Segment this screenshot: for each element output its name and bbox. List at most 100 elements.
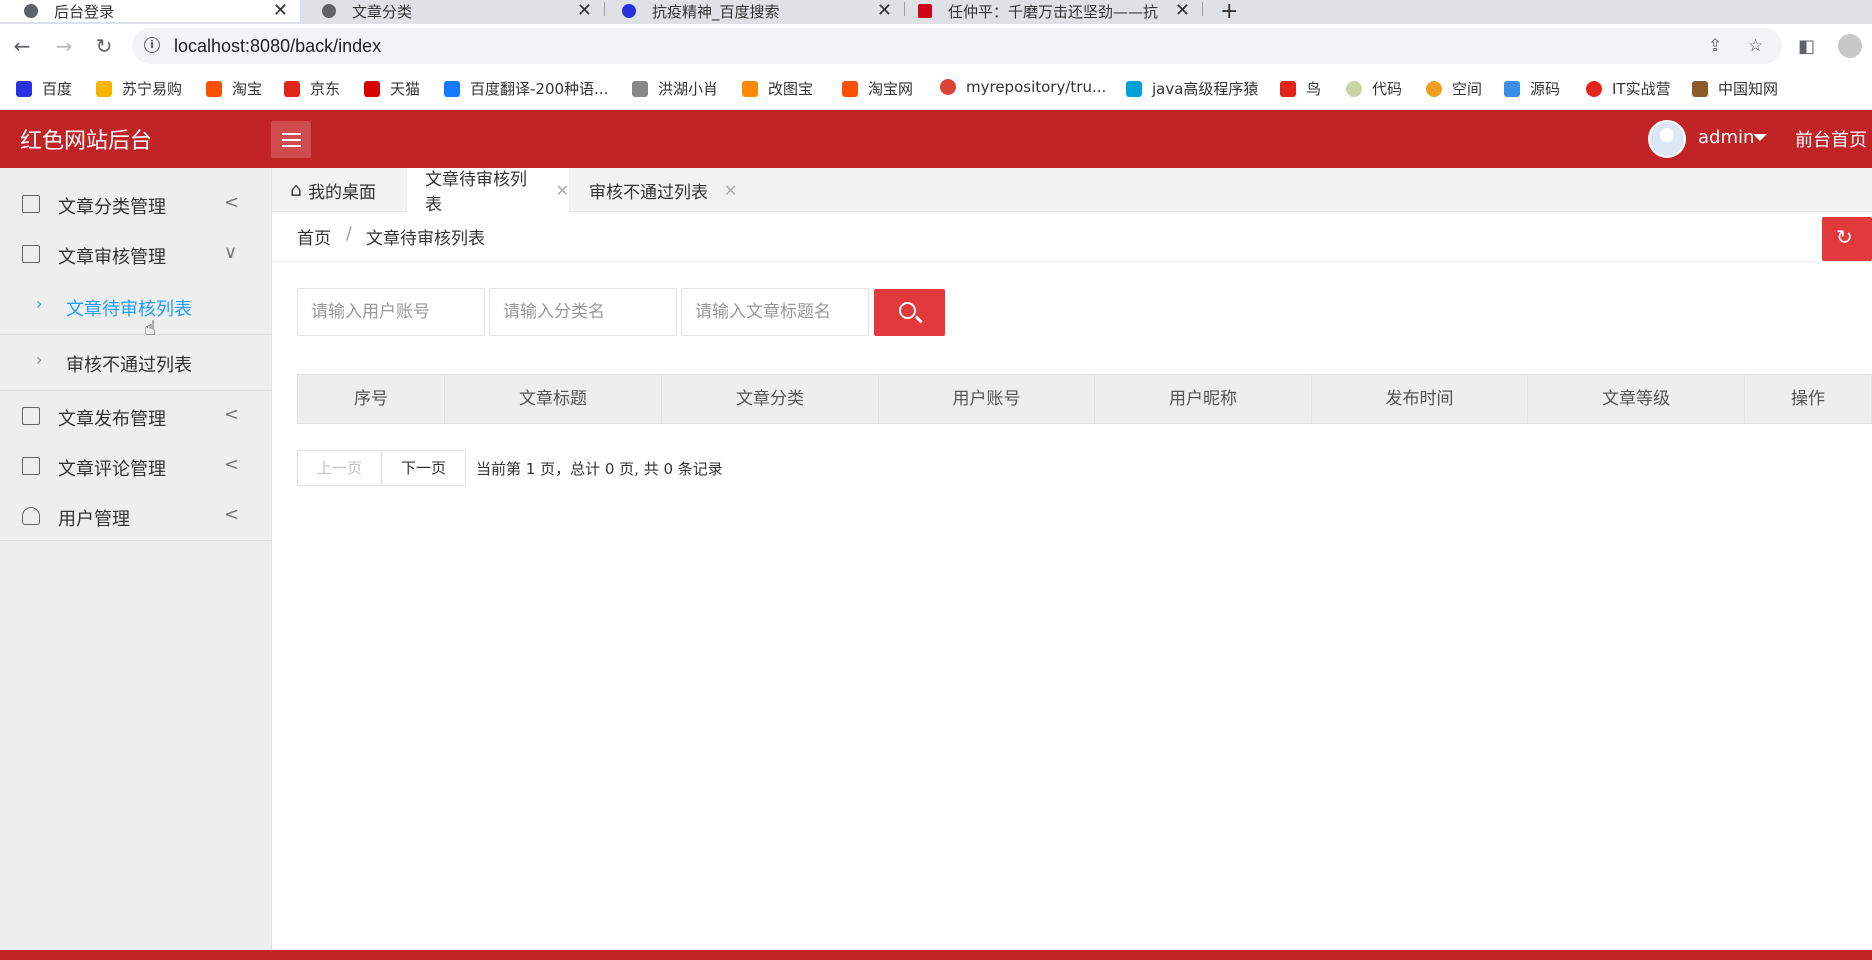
tab-desktop[interactable]: ⌂ 我的桌面 — [290, 168, 408, 212]
taobao-icon — [842, 80, 858, 97]
browser-tab-3[interactable]: 抗疫精神_百度搜索 ✕ — [622, 0, 892, 22]
sidepanel-icon[interactable]: ◧ — [1798, 36, 1815, 57]
chevron-left-icon: < — [224, 404, 240, 425]
cnki-icon — [1692, 80, 1708, 97]
bilibili-icon — [1126, 80, 1142, 97]
profile-icon[interactable] — [1838, 34, 1862, 58]
app-header: 红色网站后台 admin 前台首页 — [0, 110, 1872, 168]
publish-icon — [22, 407, 40, 425]
news-icon — [918, 4, 932, 18]
column-header: 操作 — [1791, 389, 1825, 409]
tab-rejected-list[interactable]: 审核不通过列表 ✕ — [569, 168, 739, 212]
bookmark-item[interactable]: 中国知网 — [1692, 78, 1778, 99]
avatar[interactable] — [1648, 120, 1686, 158]
url-text[interactable]: localhost:8080/back/index — [174, 36, 381, 57]
prev-page-button[interactable]: 上一页 — [297, 450, 382, 486]
close-icon[interactable]: ✕ — [273, 0, 288, 21]
forward-icon[interactable]: → — [52, 34, 76, 58]
divider — [0, 390, 272, 391]
close-icon[interactable]: ✕ — [877, 0, 892, 21]
bookmark-item[interactable]: 代码 — [1346, 78, 1402, 99]
sidebar-item-publish[interactable]: 文章发布管理 < — [0, 392, 272, 440]
bookmark-item[interactable]: java高级程序猿 — [1126, 78, 1258, 99]
gaitubao-icon — [742, 80, 758, 97]
chevron-right-icon: › — [36, 294, 43, 313]
hamburger-icon — [282, 139, 301, 141]
browser-tab-title: 抗疫精神_百度搜索 — [652, 2, 780, 21]
bookmark-item[interactable]: 百度 — [16, 78, 72, 99]
bookmark-item[interactable]: 淘宝 — [206, 78, 262, 99]
refresh-button[interactable]: ↻ — [1822, 217, 1872, 261]
bookmark-item[interactable]: 苏宁易购 — [96, 78, 182, 99]
sidebar-item-review[interactable]: 文章审核管理 ∨ — [0, 230, 272, 278]
close-icon[interactable]: ✕ — [577, 0, 592, 21]
sidebar-item-label: 用户管理 — [58, 509, 130, 530]
sidebar-subitem-label: 审核不通过列表 — [66, 355, 192, 376]
bookmark-item[interactable]: IT实战营 — [1586, 78, 1671, 99]
category-search-input[interactable] — [489, 288, 677, 336]
pagination-info: 当前第 1 页，总计 0 页, 共 0 条记录 — [476, 460, 723, 478]
column-header: 序号 — [298, 375, 445, 423]
bookmark-item[interactable]: 百度翻译-200种语... — [444, 78, 608, 99]
sidebar-item-label: 文章分类管理 — [58, 197, 166, 218]
back-icon[interactable]: ← — [10, 34, 34, 58]
search-button[interactable] — [874, 289, 945, 336]
browser-tab-2[interactable]: 文章分类 ✕ — [322, 0, 592, 22]
menu-toggle-button[interactable] — [271, 121, 311, 158]
sidebar-item-label: 文章评论管理 — [58, 459, 166, 480]
translate-icon — [444, 80, 460, 97]
bookmark-item[interactable]: 空间 — [1426, 78, 1482, 99]
info-icon[interactable]: i — [144, 37, 160, 53]
bookmark-item[interactable]: 京东 — [284, 78, 340, 99]
column-header: 文章分类 — [662, 375, 879, 423]
omnibox[interactable]: i localhost:8080/back/index ⇪ ☆ — [132, 28, 1782, 64]
share-icon[interactable]: ⇪ — [1708, 36, 1722, 56]
bookmark-item[interactable]: 改图宝 — [742, 78, 813, 99]
bookmark-item[interactable]: 天猫 — [364, 78, 420, 99]
sidebar-subitem-label: 文章待审核列表 — [66, 299, 192, 320]
docker-icon — [1504, 80, 1520, 97]
chevron-down-icon: ∨ — [224, 242, 238, 263]
breadcrumb: 首页 / 文章待审核列表 — [272, 212, 1872, 262]
browser-tab-1[interactable]: 后台登录 ✕ — [0, 0, 300, 22]
close-icon[interactable]: ✕ — [1175, 0, 1190, 21]
close-icon[interactable]: ✕ — [724, 181, 737, 200]
browser-tab-4[interactable]: 任仲平：千磨万击还坚劲——抗 ✕ — [918, 0, 1190, 22]
reload-icon[interactable]: ↻ — [92, 34, 116, 58]
tab-pending-list[interactable]: 文章待审核列表 ✕ — [407, 168, 569, 215]
bookmark-item[interactable]: 洪湖小肖 — [632, 78, 718, 99]
next-page-button[interactable]: 下一页 — [381, 450, 466, 486]
caret-down-icon[interactable] — [1753, 134, 1767, 141]
bookmark-item[interactable]: myrepository/tru... — [940, 78, 1106, 96]
sidebar-item-comments[interactable]: 文章评论管理 < — [0, 442, 272, 490]
column-header: 文章标题 — [445, 375, 662, 423]
bookmark-item[interactable]: 淘宝网 — [842, 78, 913, 99]
bookmark-item[interactable]: 源码 — [1504, 78, 1560, 99]
front-page-link[interactable]: 前台首页 — [1795, 126, 1867, 152]
sidebar-subitem-rejected[interactable]: › 审核不通过列表 — [0, 336, 272, 390]
breadcrumb-home[interactable]: 首页 — [297, 224, 331, 249]
chevron-left-icon: < — [224, 454, 240, 475]
close-icon[interactable]: ✕ — [556, 181, 569, 200]
refresh-icon: ↻ — [1836, 225, 1853, 249]
user-name[interactable]: admin — [1698, 127, 1754, 148]
tab-divider — [904, 2, 905, 16]
bookmark-item[interactable]: 鸟 — [1280, 78, 1321, 99]
new-tab-button[interactable]: + — [1220, 0, 1240, 22]
browser-tab-title: 任仲平：千磨万击还坚劲——抗 — [948, 2, 1159, 21]
breadcrumb-separator: / — [346, 224, 352, 244]
column-header: 用户昵称 — [1095, 375, 1312, 423]
divider — [0, 334, 272, 335]
sidebar-item-users[interactable]: 用户管理 < — [0, 492, 272, 540]
sidebar-subitem-pending[interactable]: › 文章待审核列表 — [0, 280, 272, 334]
jd-icon — [284, 80, 300, 97]
title-search-input[interactable] — [681, 288, 869, 336]
comment-icon — [22, 457, 40, 475]
address-bar: ← → ↻ i localhost:8080/back/index ⇪ ☆ ◧ — [0, 24, 1872, 68]
chrome-icon — [940, 79, 956, 95]
account-search-input[interactable] — [297, 288, 485, 336]
brand-title: 红色网站后台 — [20, 129, 153, 154]
star-icon[interactable]: ☆ — [1748, 36, 1763, 56]
browser-tab-title: 文章分类 — [352, 2, 413, 21]
sidebar-item-category[interactable]: 文章分类管理 < — [0, 180, 272, 228]
